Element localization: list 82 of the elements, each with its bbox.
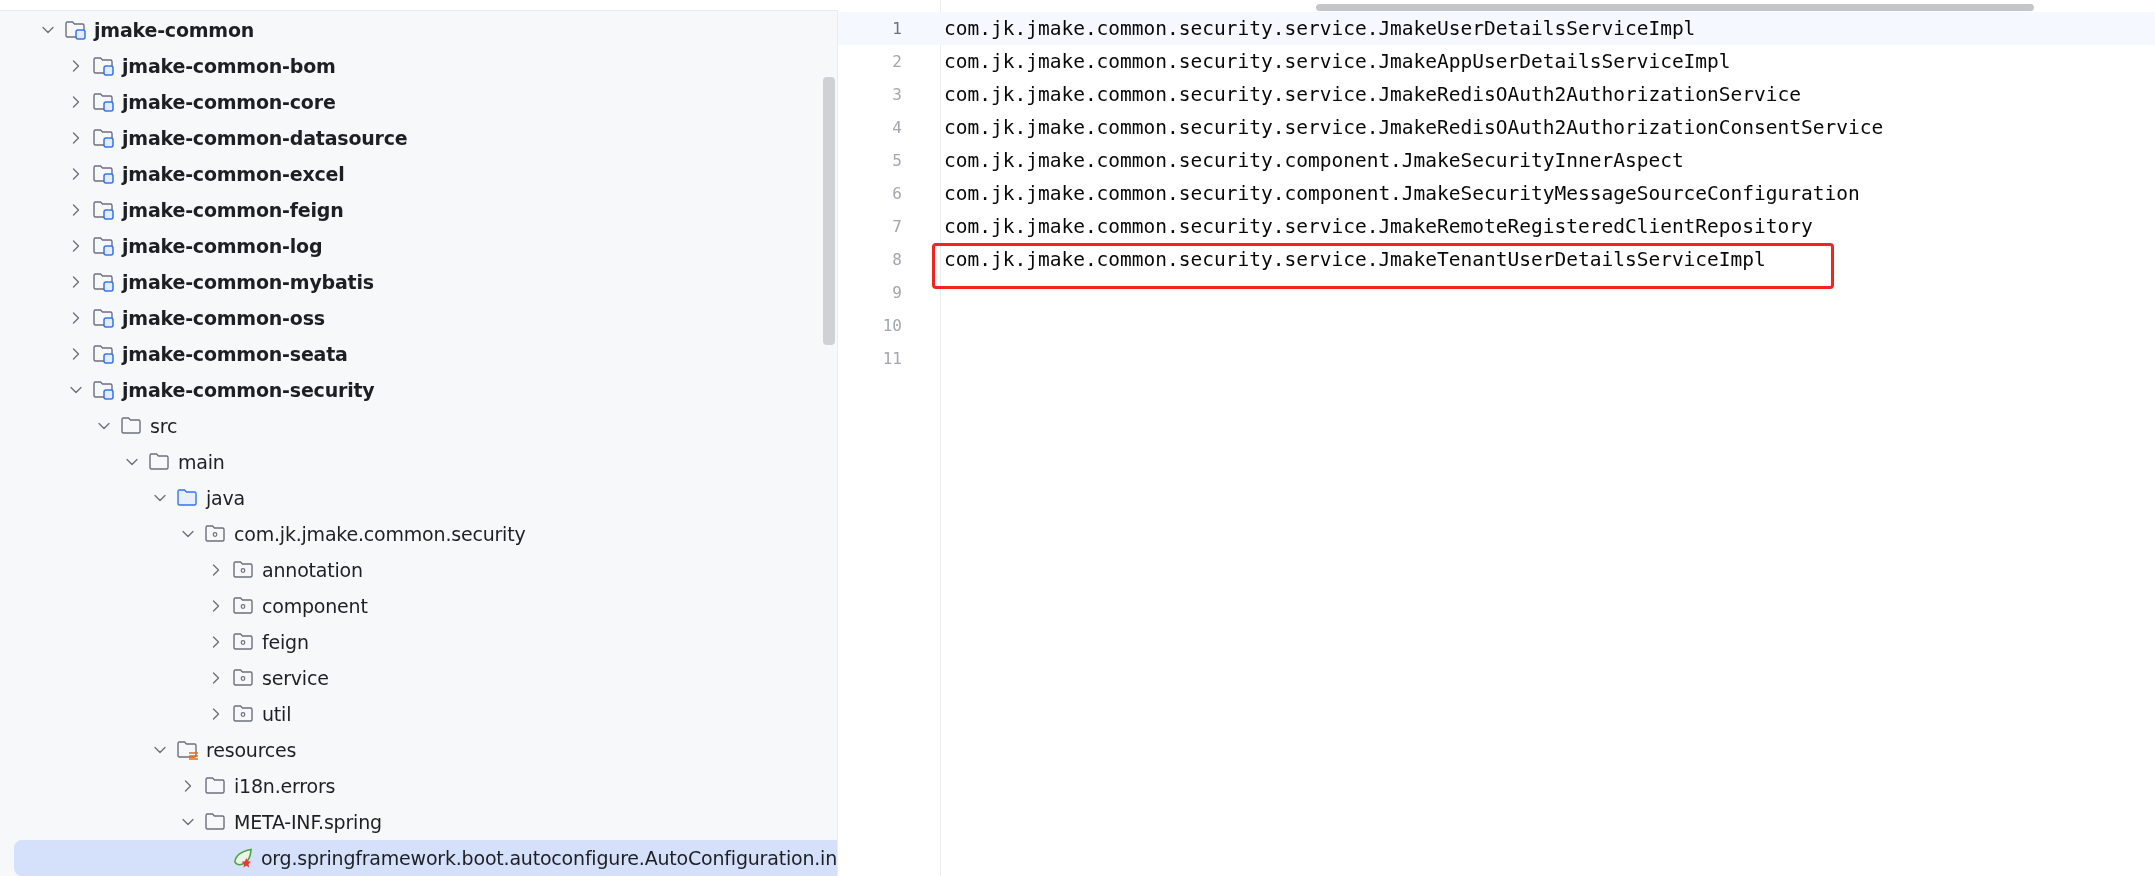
module-folder-icon xyxy=(92,126,116,150)
spring-file-icon xyxy=(232,846,255,870)
line-number: 3 xyxy=(891,85,902,104)
tree-item[interactable]: jmake-common-log xyxy=(14,228,837,264)
tree-item-label: jmake-common-log xyxy=(122,235,323,257)
tree-item[interactable]: i18n.errors xyxy=(14,768,837,804)
line-number: 10 xyxy=(881,316,902,335)
tree-item-label: org.springframework.boot.autoconfigure.AutoConfiguration.in xyxy=(260,847,837,869)
tree-item[interactable]: jmake-common-bom xyxy=(14,48,837,84)
tree-item[interactable]: src xyxy=(14,408,837,444)
module-folder-icon xyxy=(64,18,88,42)
tree-item[interactable]: feign xyxy=(14,624,837,660)
tree-item[interactable]: com.jk.jmake.common.security xyxy=(14,516,837,552)
module-folder-icon xyxy=(92,90,116,114)
resource-folder-icon xyxy=(176,738,200,762)
tree-item[interactable]: jmake-common-datasource xyxy=(14,120,837,156)
tree-item[interactable]: META-INF.spring xyxy=(14,804,837,840)
tree-item-label: java xyxy=(206,487,245,509)
tree-item-label: jmake-common-seata xyxy=(122,343,348,365)
tree-item-label: jmake-common-feign xyxy=(122,199,344,221)
tree-item[interactable]: resources xyxy=(14,732,837,768)
horizontal-scrollbar[interactable] xyxy=(1316,4,2034,11)
code-text: com.jk.jmake.common.security.service.JmakeUserDetailsServiceImpl xyxy=(944,17,1696,40)
tree-item[interactable]: jmake-common-mybatis xyxy=(14,264,837,300)
line-number: 8 xyxy=(891,250,902,269)
line-number: 6 xyxy=(891,184,902,203)
module-folder-icon xyxy=(92,378,116,402)
code-text: com.jk.jmake.common.security.component.JmakeSecurityMessageSourceConfiguration xyxy=(944,182,1860,205)
tree-item[interactable]: java xyxy=(14,480,837,516)
vertical-scrollbar[interactable] xyxy=(823,77,835,345)
tree-item[interactable]: jmake-common-excel xyxy=(14,156,837,192)
tree-item[interactable]: jmake-common-seata xyxy=(14,336,837,372)
tree-item-label: component xyxy=(262,595,368,617)
line-number: 5 xyxy=(891,151,902,170)
module-folder-icon xyxy=(92,162,116,186)
tree-item-label: i18n.errors xyxy=(234,775,336,797)
tree-item[interactable]: annotation xyxy=(14,552,837,588)
tree-item[interactable]: util xyxy=(14,696,837,732)
tree-item-label: META-INF.spring xyxy=(234,811,382,833)
code-text: com.jk.jmake.common.security.service.JmakeRedisOAuth2AuthorizationConsentService xyxy=(944,116,1884,139)
tree-item-label: jmake-common xyxy=(94,19,255,41)
tree-item-label: resources xyxy=(206,739,297,761)
tree-item-label: jmake-common-core xyxy=(122,91,336,113)
tree-item-label: com.jk.jmake.common.security xyxy=(234,523,526,545)
tree-item[interactable]: jmake-common-security xyxy=(14,372,837,408)
tree-item-label: jmake-common-datasource xyxy=(122,127,408,149)
code-text: com.jk.jmake.common.security.service.JmakeTenantUserDetailsServiceImpl xyxy=(944,248,1766,271)
tree-item-label: jmake-common-excel xyxy=(122,163,345,185)
line-number: 4 xyxy=(891,118,902,137)
tree-item-label: annotation xyxy=(262,559,363,581)
module-folder-icon xyxy=(92,342,116,366)
tree-item-label: service xyxy=(262,667,329,689)
line-number: 7 xyxy=(891,217,902,236)
line-number: 9 xyxy=(891,283,902,302)
module-folder-icon xyxy=(92,54,116,78)
tree-item[interactable]: main xyxy=(14,444,837,480)
module-folder-icon xyxy=(92,270,116,294)
code-text: com.jk.jmake.common.security.service.JmakeRedisOAuth2AuthorizationService xyxy=(944,83,1802,106)
tree-item-label: util xyxy=(262,703,292,725)
line-number: 1 xyxy=(891,19,902,38)
tree-item[interactable]: jmake-common xyxy=(14,12,837,48)
module-folder-icon xyxy=(92,234,116,258)
tree-item-label: jmake-common-bom xyxy=(122,55,336,77)
tree-item-label: jmake-common-mybatis xyxy=(122,271,374,293)
tree-item-label: jmake-common-security xyxy=(122,379,375,401)
line-number: 11 xyxy=(881,349,902,368)
line-number: 2 xyxy=(891,52,902,71)
tree-item[interactable]: org.springframework.boot.autoconfigure.AutoConfiguration.in xyxy=(14,840,837,876)
tree-item[interactable]: service xyxy=(14,660,837,696)
code-text: com.jk.jmake.common.security.service.JmakeRemoteRegisteredClientRepository xyxy=(944,215,1813,238)
tree-item[interactable]: jmake-common-feign xyxy=(14,192,837,228)
module-folder-icon xyxy=(92,306,116,330)
module-folder-icon xyxy=(92,198,116,222)
tree-item[interactable]: jmake-common-oss xyxy=(14,300,837,336)
tree-item[interactable]: component xyxy=(14,588,837,624)
tree-item-label: jmake-common-oss xyxy=(122,307,325,329)
tree-item-label: feign xyxy=(262,631,309,653)
tree-item-label: main xyxy=(178,451,225,473)
tree-item[interactable]: jmake-common-core xyxy=(14,84,837,120)
code-text: com.jk.jmake.common.security.service.JmakeAppUserDetailsServiceImpl xyxy=(944,50,1731,73)
code-text: com.jk.jmake.common.security.component.JmakeSecurityInnerAspect xyxy=(944,149,1684,172)
tree-item-label: src xyxy=(150,415,178,437)
